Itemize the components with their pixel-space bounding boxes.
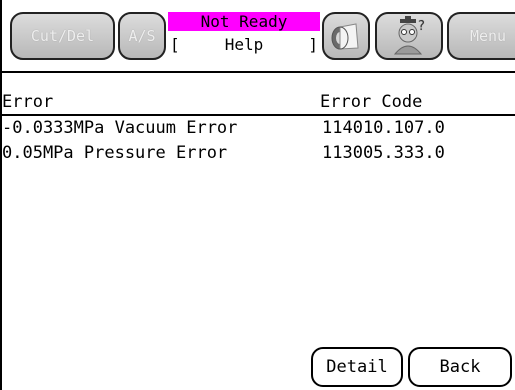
help-person-button[interactable]: ? (375, 12, 443, 60)
title-right-bracket: ] (308, 35, 318, 54)
help-screen: Cut/Del A/S Not Ready [ Help ] ? Menu Er… (0, 0, 515, 390)
help-person-icon: ? (387, 16, 431, 56)
paper-roll-button[interactable] (322, 12, 370, 60)
column-header-error-code: Error Code (320, 92, 423, 112)
detail-button[interactable]: Detail (311, 347, 403, 387)
screen-title: [ Help ] (168, 31, 320, 59)
tab-a-s[interactable]: A/S (118, 12, 166, 60)
svg-text:?: ? (418, 19, 425, 34)
error-code: 113005.333.0 (322, 143, 445, 163)
table-header-divider (0, 114, 515, 116)
error-code: 114010.107.0 (322, 118, 445, 138)
error-name: -0.0333MPa Vacuum Error (2, 118, 238, 138)
table-row[interactable]: 0.05MPa Pressure Error 113005.333.0 (0, 143, 515, 165)
tab-menu[interactable]: Menu (447, 12, 515, 60)
column-header-error: Error (2, 92, 54, 112)
error-name: 0.05MPa Pressure Error (2, 143, 228, 163)
back-button[interactable]: Back (408, 347, 512, 387)
title-label: Help (224, 35, 264, 54)
left-border (0, 0, 2, 390)
tab-cut-del[interactable]: Cut/Del (10, 12, 115, 60)
header-divider (0, 71, 515, 73)
paper-roll-icon (328, 18, 364, 54)
table-row[interactable]: -0.0333MPa Vacuum Error 114010.107.0 (0, 118, 515, 140)
status-badge: Not Ready (168, 12, 320, 31)
